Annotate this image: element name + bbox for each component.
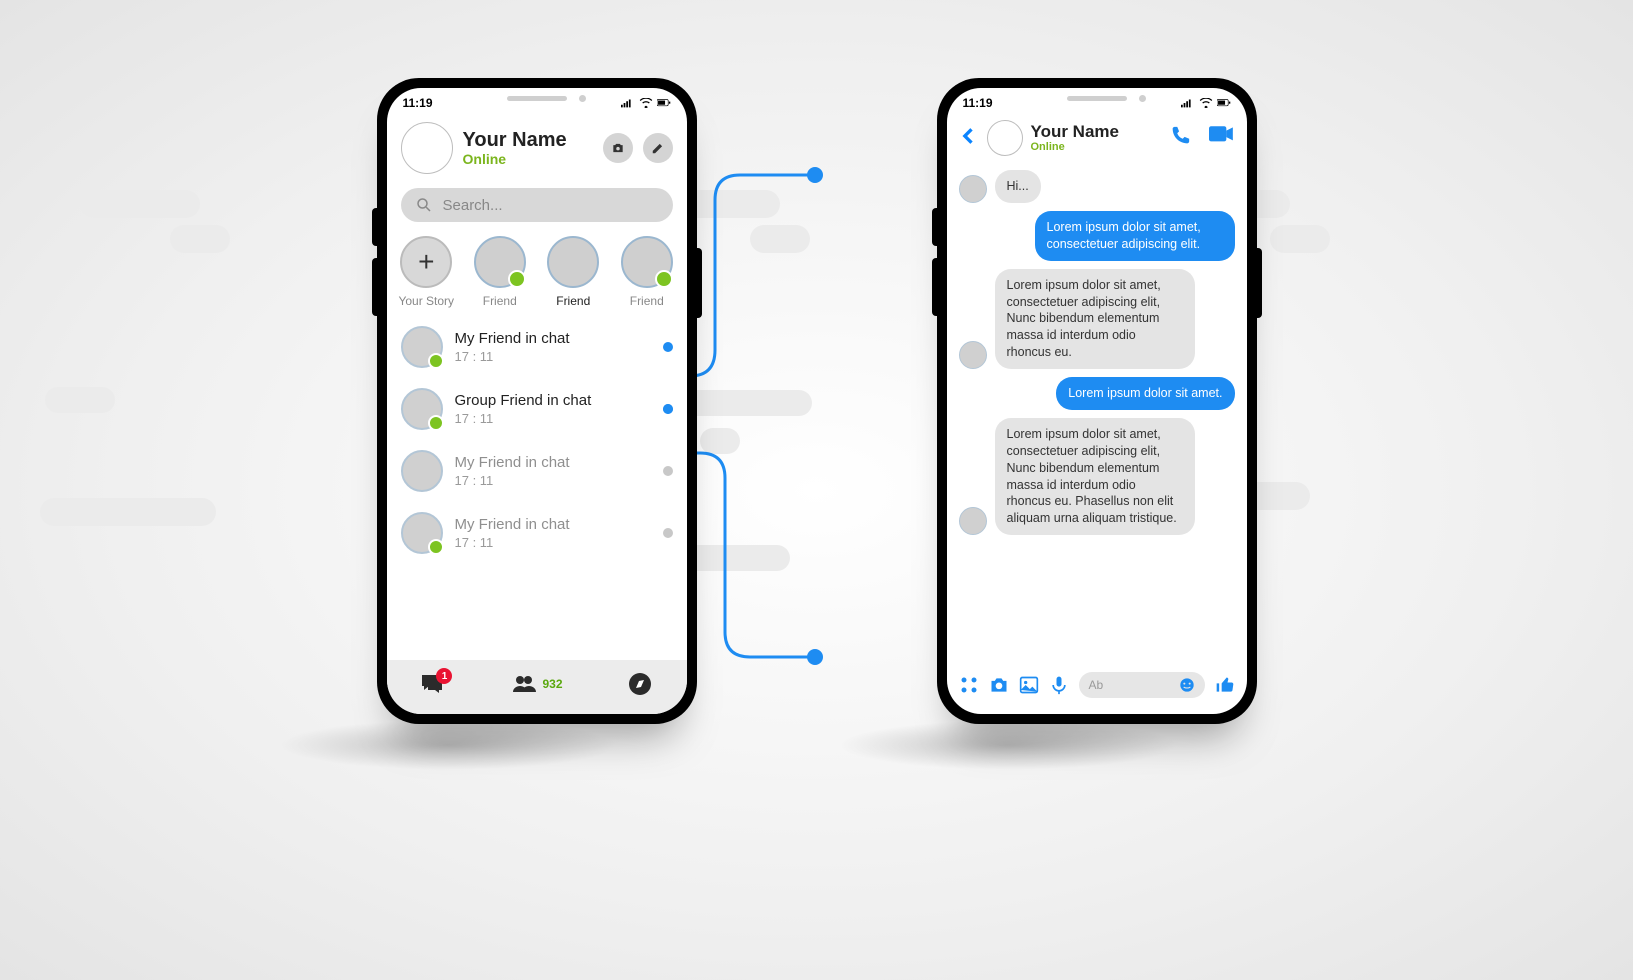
story-label: Friend bbox=[483, 294, 517, 308]
wifi-icon bbox=[639, 98, 653, 108]
phone-chat-list: 11:19 Your Name Online bbox=[377, 78, 697, 724]
story-item[interactable]: Friend bbox=[544, 236, 604, 308]
message-avatar bbox=[959, 507, 987, 535]
chat-header: Your Name Online bbox=[947, 114, 1247, 162]
unread-indicator bbox=[663, 404, 673, 414]
message-thread[interactable]: Hi... Lorem ipsum dolor sit amet, consec… bbox=[947, 162, 1247, 664]
message-avatar bbox=[959, 175, 987, 203]
story-label: Friend bbox=[556, 294, 590, 308]
chat-name: My Friend in chat bbox=[455, 516, 651, 533]
compose-button[interactable] bbox=[643, 133, 673, 163]
stories-row: + Your Story Friend Friend Friend bbox=[387, 232, 687, 316]
clock: 11:19 bbox=[963, 96, 993, 110]
message-row: Lorem ipsum dolor sit amet, consectetuer… bbox=[959, 269, 1235, 369]
chat-time: 17 : 11 bbox=[455, 535, 651, 550]
emoji-icon[interactable] bbox=[1179, 677, 1195, 693]
message-bubble: Lorem ipsum dolor sit amet, consectetuer… bbox=[995, 269, 1195, 369]
chat-time: 17 : 11 bbox=[455, 473, 651, 488]
search-placeholder: Search... bbox=[443, 197, 503, 214]
message-bubble: Hi... bbox=[995, 170, 1041, 203]
pencil-icon bbox=[651, 141, 665, 155]
chevron-left-icon bbox=[959, 123, 979, 149]
story-item[interactable]: Friend bbox=[470, 236, 530, 308]
presence-dot bbox=[508, 270, 526, 288]
avatar[interactable] bbox=[987, 120, 1023, 156]
chat-list: My Friend in chat 17 : 11 Group Friend in… bbox=[387, 316, 687, 660]
search-input[interactable]: Search... bbox=[401, 188, 673, 222]
avatar[interactable] bbox=[401, 122, 453, 174]
message-row: Hi... bbox=[959, 170, 1235, 203]
camera-icon bbox=[611, 141, 625, 155]
message-bubble: Lorem ipsum dolor sit amet, consectetuer… bbox=[1035, 211, 1235, 261]
plus-icon: + bbox=[418, 246, 434, 278]
profile-status: Online bbox=[463, 151, 593, 167]
status-bar: 11:19 bbox=[947, 88, 1247, 114]
chat-row[interactable]: My Friend in chat 17 : 11 bbox=[395, 502, 679, 564]
apps-icon[interactable] bbox=[959, 675, 979, 695]
phone-icon bbox=[1169, 125, 1191, 147]
bottom-nav: 1 932 bbox=[387, 660, 687, 714]
read-indicator bbox=[663, 528, 673, 538]
message-input[interactable]: Ab bbox=[1079, 672, 1205, 698]
signal-icon bbox=[621, 98, 635, 108]
presence-dot bbox=[655, 270, 673, 288]
like-icon[interactable] bbox=[1215, 675, 1235, 695]
video-icon bbox=[1209, 126, 1235, 146]
battery-icon bbox=[657, 98, 671, 108]
battery-icon bbox=[1217, 98, 1231, 108]
message-row: Lorem ipsum dolor sit amet. bbox=[959, 377, 1235, 410]
wifi-icon bbox=[1199, 98, 1213, 108]
chat-name: Group Friend in chat bbox=[455, 392, 651, 409]
message-bubble: Lorem ipsum dolor sit amet, consectetuer… bbox=[995, 418, 1195, 535]
voice-call-button[interactable] bbox=[1169, 125, 1191, 152]
chat-name: Your Name bbox=[1031, 123, 1120, 141]
phone-chat-thread: 11:19 Your Name Online bbox=[937, 78, 1257, 724]
chat-row[interactable]: My Friend in chat 17 : 11 bbox=[395, 440, 679, 502]
search-icon bbox=[415, 196, 433, 214]
message-input-bar: Ab bbox=[947, 664, 1247, 714]
mic-icon[interactable] bbox=[1049, 675, 1069, 695]
video-call-button[interactable] bbox=[1209, 126, 1235, 151]
message-avatar bbox=[959, 341, 987, 369]
unread-badge: 1 bbox=[436, 668, 452, 684]
compass-icon bbox=[626, 672, 654, 696]
gallery-icon[interactable] bbox=[1019, 675, 1039, 695]
profile-header: Your Name Online bbox=[387, 114, 687, 182]
chat-name: My Friend in chat bbox=[455, 330, 651, 347]
presence-dot bbox=[428, 539, 444, 555]
chat-time: 17 : 11 bbox=[455, 411, 651, 426]
story-label: Your Story bbox=[398, 294, 454, 308]
presence-dot bbox=[428, 415, 444, 431]
message-row: Lorem ipsum dolor sit amet, consectetuer… bbox=[959, 211, 1235, 261]
chat-time: 17 : 11 bbox=[455, 349, 651, 364]
story-item[interactable]: Friend bbox=[617, 236, 677, 308]
tab-discover[interactable] bbox=[626, 672, 654, 696]
input-placeholder: Ab bbox=[1089, 678, 1104, 692]
friends-count: 932 bbox=[542, 677, 562, 691]
tab-people[interactable]: 932 bbox=[510, 672, 562, 696]
camera-button[interactable] bbox=[603, 133, 633, 163]
people-icon bbox=[510, 672, 538, 696]
story-add[interactable]: + Your Story bbox=[397, 236, 457, 308]
read-indicator bbox=[663, 466, 673, 476]
status-bar: 11:19 bbox=[387, 88, 687, 114]
clock: 11:19 bbox=[403, 96, 433, 110]
chat-row[interactable]: Group Friend in chat 17 : 11 bbox=[395, 378, 679, 440]
unread-indicator bbox=[663, 342, 673, 352]
camera-icon[interactable] bbox=[989, 675, 1009, 695]
chat-row[interactable]: My Friend in chat 17 : 11 bbox=[395, 316, 679, 378]
back-button[interactable] bbox=[959, 123, 979, 154]
tab-chats[interactable]: 1 bbox=[418, 672, 446, 696]
chat-name: My Friend in chat bbox=[455, 454, 651, 471]
chat-status: Online bbox=[1031, 141, 1120, 153]
profile-name: Your Name bbox=[463, 129, 593, 151]
presence-dot bbox=[428, 353, 444, 369]
message-row: Lorem ipsum dolor sit amet, consectetuer… bbox=[959, 418, 1235, 535]
signal-icon bbox=[1181, 98, 1195, 108]
story-label: Friend bbox=[630, 294, 664, 308]
message-bubble: Lorem ipsum dolor sit amet. bbox=[1056, 377, 1234, 410]
